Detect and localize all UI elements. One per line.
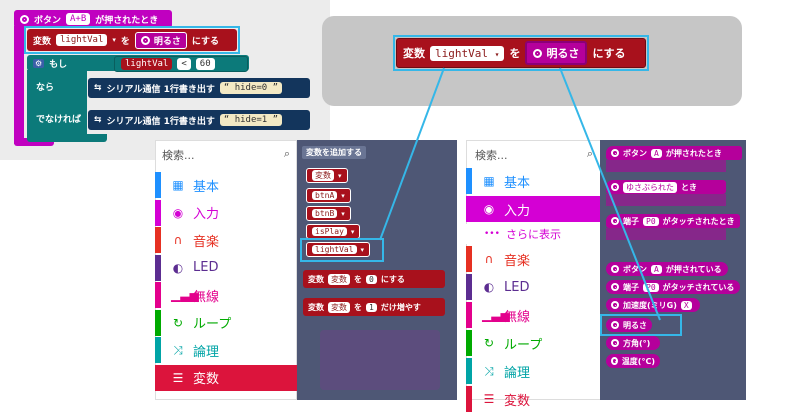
connector-line-right <box>559 67 661 321</box>
connector-line-left <box>379 67 445 241</box>
callout-connector-lines <box>379 67 661 321</box>
